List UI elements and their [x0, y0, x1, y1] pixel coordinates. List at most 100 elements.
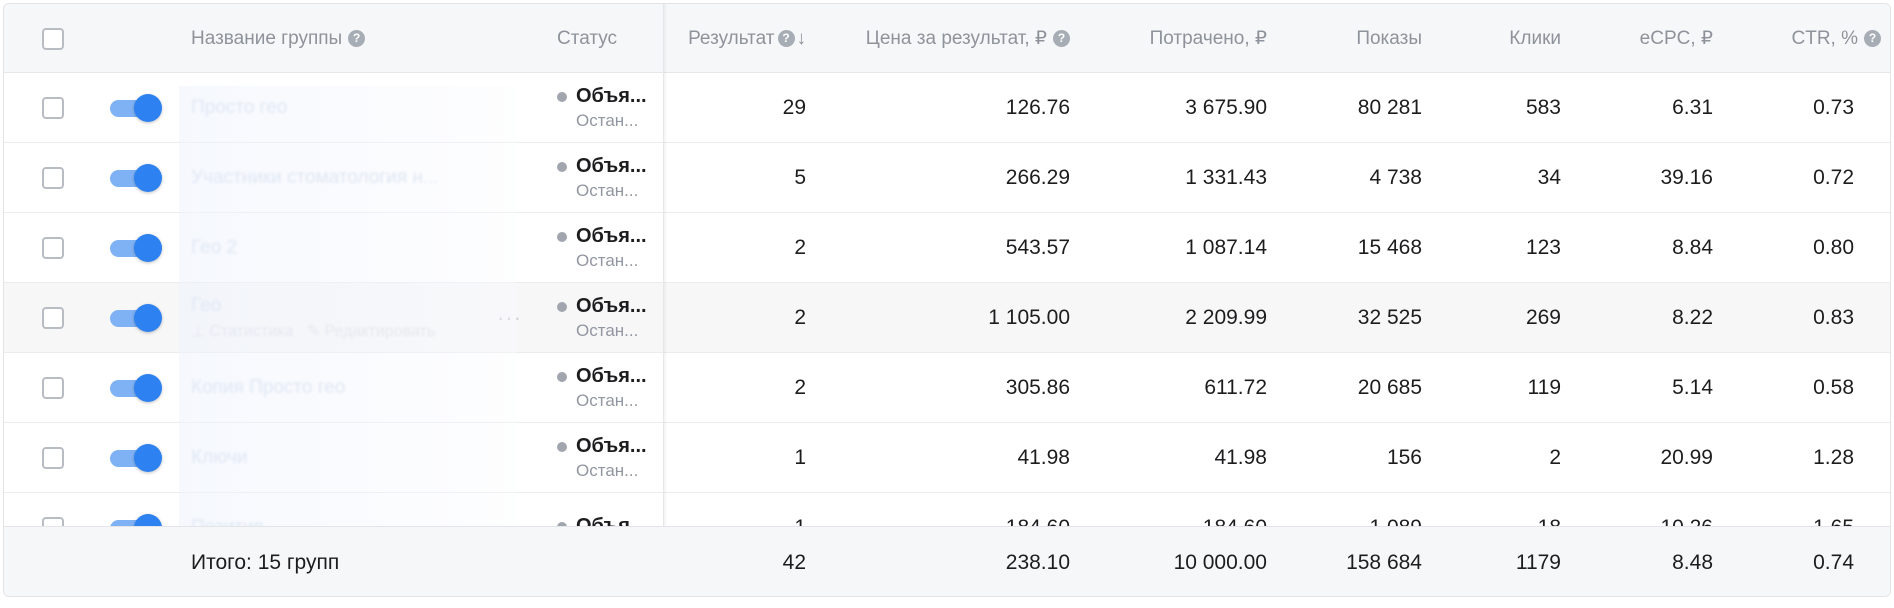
row-checkbox-cell — [42, 213, 64, 283]
table-row[interactable]: Участники стоматология н... Объя... Оста… — [4, 143, 1890, 213]
row-checkbox-cell — [42, 283, 64, 353]
active-toggle[interactable] — [110, 374, 162, 402]
group-name[interactable]: Копия Просто гео — [191, 377, 345, 399]
status-text: Объя... — [576, 155, 647, 177]
impressions-cell: 80 281 — [1357, 96, 1422, 119]
status-dot-icon — [557, 91, 567, 102]
table-row[interactable]: Гео 2 Объя... Остан... 2 543.57 1 087.14… — [4, 213, 1890, 283]
group-name-cell[interactable]: Ключи — [191, 423, 248, 493]
statistics-link[interactable]: Статистика — [209, 323, 293, 340]
column-header-name[interactable]: Название группы ? — [191, 4, 366, 73]
toggle-knob — [134, 94, 162, 122]
help-icon[interactable]: ? — [348, 30, 366, 47]
group-name-cell[interactable]: Копия Просто гео — [191, 353, 345, 423]
status-subtext: Остан... — [576, 461, 639, 480]
row-checkbox[interactable] — [42, 447, 64, 469]
group-name[interactable]: Просто гео — [191, 97, 287, 119]
result-cell: 2 — [794, 376, 806, 399]
help-icon[interactable]: ? — [1053, 30, 1070, 47]
ecpc-cell: 20.99 — [1660, 446, 1713, 469]
cost-per-result-cell: 41.98 — [1017, 446, 1070, 469]
row-toggle-cell — [110, 283, 162, 353]
clicks-cell: 583 — [1525, 96, 1561, 119]
row-checkbox[interactable] — [42, 307, 64, 329]
status-dot-icon — [557, 231, 567, 242]
group-name[interactable]: Гео 2 — [191, 237, 237, 259]
table-row[interactable]: Гео ⊥ Статистика ✎ Редактировать ··· Объ… — [4, 283, 1890, 353]
table-header: Название группы ? Статус Результат ? ↓ Ц… — [4, 4, 1890, 73]
select-all-cell — [42, 4, 64, 73]
status-dot-icon — [557, 161, 567, 172]
group-name-cell[interactable]: Участники стоматология н... — [191, 143, 439, 213]
edit-link[interactable]: Редактировать — [325, 323, 436, 340]
ctr-cell: 0.73 — [1813, 96, 1854, 119]
status-subtext: Остан... — [576, 321, 639, 340]
active-toggle[interactable] — [110, 444, 162, 472]
status-cell: Объя... Остан... — [557, 353, 647, 423]
impressions-cell: 4 738 — [1369, 166, 1422, 189]
column-header-result[interactable]: Результат ? ↓ — [664, 4, 806, 73]
column-header-spent[interactable]: Потрачено, ₽ — [1084, 4, 1267, 73]
group-name[interactable]: Гео — [191, 295, 221, 317]
row-checkbox[interactable] — [42, 167, 64, 189]
status-dot-icon — [557, 301, 567, 312]
active-toggle[interactable] — [110, 304, 162, 332]
cost-per-result-cell: 543.57 — [1005, 236, 1070, 259]
ecpc-cell: 8.84 — [1672, 236, 1713, 259]
help-icon[interactable]: ? — [1864, 30, 1881, 47]
column-header-name-label: Название группы — [191, 27, 343, 49]
totals-clicks: 1179 — [1515, 551, 1561, 574]
statistics-icon: ⊥ — [191, 323, 205, 340]
clicks-cell: 269 — [1525, 306, 1561, 329]
status-subtext: Остан... — [576, 111, 639, 130]
table-row[interactable]: Ключи Объя... Остан... 1 41.98 41.98 156… — [4, 423, 1890, 493]
row-checkbox-cell — [42, 73, 64, 143]
status-cell: Объя... Остан... — [557, 423, 647, 493]
status-dot-icon — [557, 371, 567, 382]
status-text: Объя... — [576, 85, 647, 107]
ctr-cell: 0.80 — [1813, 236, 1854, 259]
active-toggle[interactable] — [110, 234, 162, 262]
row-checkbox[interactable] — [42, 237, 64, 259]
table-row[interactable]: Копия Просто гео Объя... Остан... 2 305.… — [4, 353, 1890, 423]
status-cell: Объя... Остан... — [557, 73, 647, 143]
result-cell: 1 — [794, 446, 806, 469]
group-name-cell[interactable]: Гео 2 — [191, 213, 237, 283]
column-header-status[interactable]: Статус — [557, 4, 617, 73]
result-cell: 2 — [794, 236, 806, 259]
column-header-clicks[interactable]: Клики — [1434, 4, 1561, 73]
group-name-cell[interactable]: Просто гео — [191, 73, 287, 143]
more-actions-cell: ··· — [497, 283, 522, 353]
group-name[interactable]: Участники стоматология н... — [191, 167, 439, 189]
totals-label: Итого: 15 групп — [191, 551, 340, 574]
active-toggle[interactable] — [110, 94, 162, 122]
column-header-cost-per-result[interactable]: Цена за результат, ₽ ? — [824, 4, 1070, 73]
sort-desc-arrow-icon[interactable]: ↓ — [797, 28, 807, 50]
column-header-ecpc[interactable]: eCPC, ₽ — [1574, 4, 1713, 73]
active-toggle[interactable] — [110, 164, 162, 192]
column-header-clicks-label: Клики — [1509, 27, 1561, 49]
status-cell: Объя... Остан... — [557, 213, 647, 283]
row-checkbox[interactable] — [42, 377, 64, 399]
table-row[interactable]: Просто гео Объя... Остан... 29 126.76 3 … — [4, 73, 1890, 143]
row-checkbox[interactable] — [42, 97, 64, 119]
group-name-cell[interactable]: Гео ⊥ Статистика ✎ Редактировать — [191, 283, 435, 353]
ecpc-cell: 5.14 — [1672, 376, 1713, 399]
help-icon[interactable]: ? — [777, 30, 795, 47]
result-cell: 5 — [794, 166, 806, 189]
column-header-impressions[interactable]: Показы — [1284, 4, 1422, 73]
spent-cell: 3 675.90 — [1185, 96, 1267, 119]
impressions-cell: 32 525 — [1357, 306, 1422, 329]
toggle-knob — [134, 164, 162, 192]
status-main: Объя... — [557, 155, 647, 178]
more-dots-icon[interactable]: ··· — [497, 305, 522, 331]
select-all-checkbox[interactable] — [42, 27, 64, 50]
ctr-cell: 0.72 — [1813, 166, 1854, 189]
group-name[interactable]: Ключи — [191, 447, 248, 469]
column-header-ctr[interactable]: CTR, % ? — [1724, 4, 1881, 73]
row-checkbox-cell — [42, 423, 64, 493]
status-subtext: Остан... — [576, 251, 639, 270]
totals-cost-per-result: 238.10 — [1005, 551, 1070, 574]
status-text: Объя... — [576, 225, 647, 247]
impressions-cell: 20 685 — [1357, 376, 1422, 399]
